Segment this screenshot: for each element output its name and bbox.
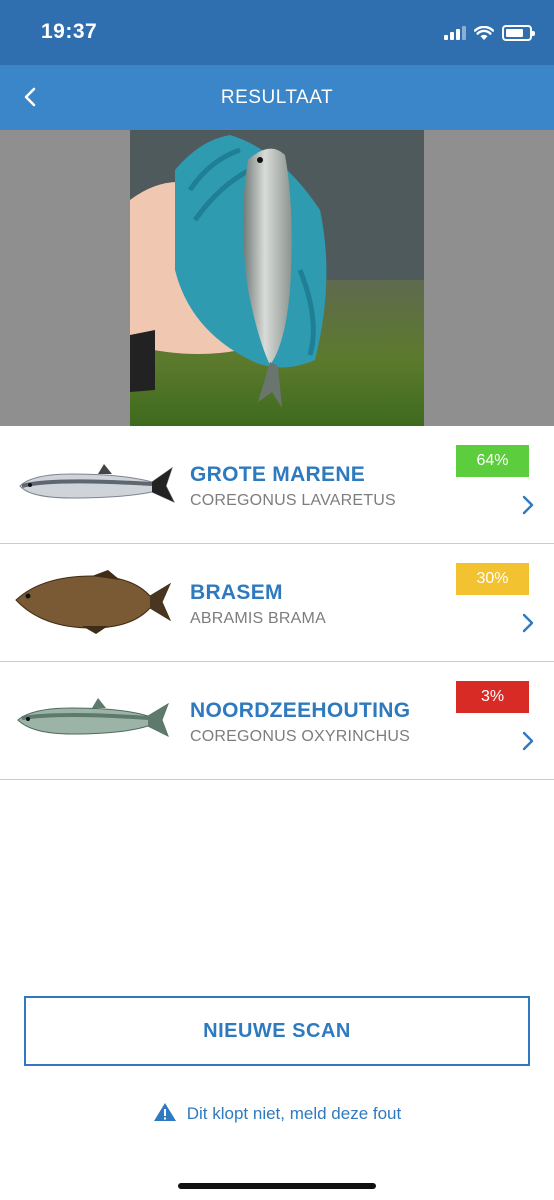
result-row-noordzeehouting[interactable]: NOORDZEEHOUTING COREGONUS OXYRINCHUS 3% [0,662,554,780]
species-name: GROTE MARENE [190,463,366,486]
match-percentage-badge: 64% [456,445,529,477]
warning-icon [153,1103,176,1121]
scanned-fish-photo [130,130,424,426]
status-icons [444,23,535,43]
status-bar: 19:37 [0,0,554,65]
nav-bar: RESULTAAT [0,65,554,130]
scan-photo-area [0,130,554,426]
latin-name: ABRAMIS BRAMA [190,610,326,627]
cellular-signal-icon [444,26,466,40]
chevron-right-icon [522,613,534,633]
home-indicator[interactable] [178,1183,376,1189]
match-percentage-badge: 3% [456,681,529,713]
species-name: BRASEM [190,581,283,604]
fish-image-grote-marene [19,464,176,504]
latin-name: COREGONUS LAVARETUS [190,492,396,509]
results-list: GROTE MARENE COREGONUS LAVARETUS 64% BRA… [0,426,554,780]
result-row-grote-marene[interactable]: GROTE MARENE COREGONUS LAVARETUS 64% [0,426,554,544]
chevron-right-icon [522,731,534,751]
fish-image-noordzeehouting [17,698,169,738]
match-percentage-badge: 30% [456,563,529,595]
latin-name: COREGONUS OXYRINCHUS [190,728,411,745]
species-name: NOORDZEEHOUTING [190,699,411,722]
battery-icon [502,25,535,41]
report-error-label: Dit klopt niet, meld deze fout [186,1104,402,1123]
fish-image-brasem [15,570,172,634]
report-error-link[interactable]: Dit klopt niet, meld deze fout [0,1102,554,1124]
chevron-right-icon [522,495,534,515]
wifi-icon [474,25,494,40]
page-title: RESULTAAT [220,87,334,108]
status-time: 19:37 [41,20,98,43]
new-scan-button[interactable]: NIEUWE SCAN [24,996,530,1066]
result-row-brasem[interactable]: BRASEM ABRAMIS BRAMA 30% [0,544,554,662]
